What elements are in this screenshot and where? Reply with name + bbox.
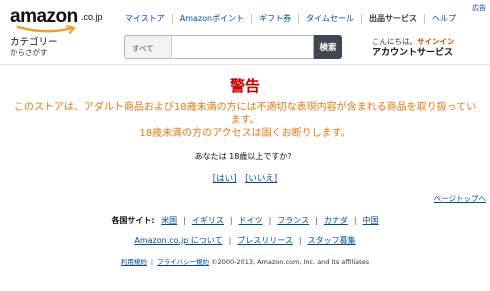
site-link-cn[interactable]: 中国	[363, 216, 379, 225]
site-link-de[interactable]: ドイツ	[239, 216, 263, 225]
international-sites: 各国サイト: 米国 | イギリス | ドイツ | フランス | カナダ | 中国	[111, 216, 379, 225]
site-link-fr[interactable]: フランス	[277, 216, 309, 225]
terms-link[interactable]: 利用規約	[121, 258, 147, 266]
warning-line-1: このストアは、アダルト商品および18歳未満の方には不適切な表現内容が含まれる商品…	[13, 102, 477, 113]
search-button[interactable]: 検索	[314, 35, 342, 59]
yes-link[interactable]: [はい]	[213, 174, 237, 184]
page-top-link[interactable]: ページトップへ	[434, 193, 486, 204]
signin-link[interactable]: サインイン	[417, 37, 455, 46]
warning-title: 警告	[229, 77, 260, 95]
careers-link[interactable]: スタッフ募集	[308, 236, 356, 245]
sites-label: 各国サイト:	[111, 216, 155, 225]
privacy-link[interactable]: プライバシー規約	[157, 258, 209, 266]
greeting-text: こんにちは。	[372, 37, 417, 46]
footer-links: Amazon.co.jp について | プレスリリース | スタッフ募集	[134, 236, 356, 245]
search-scope-dropdown[interactable]: すべて	[124, 35, 172, 59]
warning-message: このストアは、アダルト商品および18歳未満の方には不適切な表現内容が含まれる商品…	[0, 101, 490, 140]
category-browse[interactable]: カテゴリー からさがす	[10, 37, 120, 58]
category-title: カテゴリー	[10, 37, 58, 48]
site-link-ca[interactable]: カナダ	[324, 216, 348, 225]
smile-arrow-icon	[16, 25, 75, 34]
ad-label[interactable]: 広告	[472, 3, 486, 13]
copyright-text: ©2000-2013, Amazon.com, Inc. and its aff…	[211, 258, 370, 266]
warning-line-3: 18歳未満の方のアクセスは固くお断りします。	[139, 128, 351, 139]
legal-footer: 利用規約 | プライバシー規約 ©2000-2013, Amazon.com, In…	[120, 258, 370, 266]
search-input[interactable]	[172, 35, 314, 59]
nav-seller-services[interactable]: 出品サービス	[360, 14, 424, 24]
age-question: あなたは 18歳以上ですか？	[194, 152, 296, 161]
nav-my-store[interactable]: マイストア	[118, 14, 172, 24]
top-navigation: マイストア Amazonポイント ギフト券 タイムセール 出品サービス ヘルプ	[118, 12, 463, 26]
site-link-uk[interactable]: イギリス	[192, 216, 224, 225]
age-answers: [はい] [いいえ]	[0, 172, 490, 184]
warning-line-2: ます。	[230, 115, 260, 126]
press-release-link[interactable]: プレスリリース	[237, 236, 293, 245]
amazon-logo[interactable]: amazon .co.jp	[10, 6, 105, 34]
nav-gift-cards[interactable]: ギフト券	[251, 14, 298, 24]
no-link[interactable]: [いいえ]	[245, 174, 277, 184]
site-link-us[interactable]: 米国	[161, 216, 177, 225]
nav-time-sale[interactable]: タイムセール	[298, 14, 361, 24]
nav-amazon-points[interactable]: Amazonポイント	[171, 14, 251, 24]
about-link[interactable]: Amazon.co.jp について	[134, 236, 222, 245]
logo-tld: .co.jp	[81, 12, 103, 22]
account-services-label[interactable]: アカウントサービス	[372, 47, 455, 59]
nav-help[interactable]: ヘルプ	[423, 14, 463, 24]
account-menu[interactable]: こんにちは。サインイン アカウントサービス	[372, 37, 455, 59]
search-bar: すべて 検索	[124, 35, 342, 59]
category-subtitle: からさがす	[10, 48, 48, 57]
greeting-line: こんにちは。サインイン	[372, 37, 455, 47]
header-divider	[0, 64, 490, 65]
